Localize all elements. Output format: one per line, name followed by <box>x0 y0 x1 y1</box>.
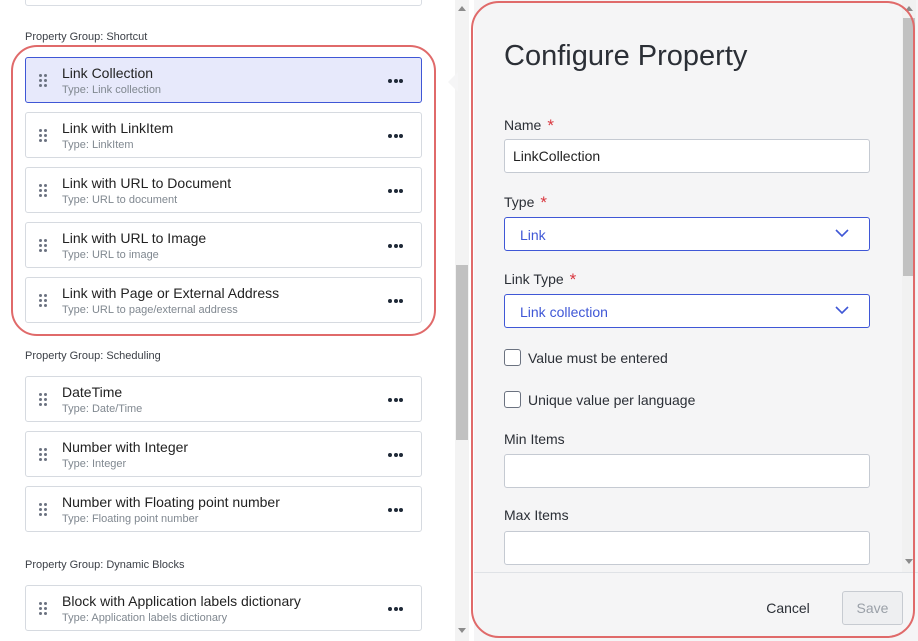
more-options-icon[interactable] <box>388 607 403 611</box>
required-asterisk: * <box>569 270 577 289</box>
property-card-link-url-image[interactable]: Link with URL to Image Type: URL to imag… <box>25 222 422 268</box>
scroll-down-arrow-icon[interactable] <box>905 559 913 564</box>
drag-handle-icon[interactable] <box>39 184 49 197</box>
link-type-select-value: Link collection <box>520 304 608 320</box>
property-card-datetime[interactable]: DateTime Type: Date/Time <box>25 376 422 422</box>
property-name: Link with LinkItem <box>62 120 174 136</box>
property-name: Link with Page or External Address <box>62 285 280 301</box>
panel-title: Configure Property <box>504 40 748 72</box>
max-items-input[interactable] <box>504 531 870 565</box>
property-card-link-url-document[interactable]: Link with URL to Document Type: URL to d… <box>25 167 422 213</box>
link-type-select[interactable]: Link collection <box>504 294 870 328</box>
drag-handle-icon[interactable] <box>39 503 49 516</box>
type-select[interactable]: Link <box>504 217 870 251</box>
drag-handle-icon[interactable] <box>39 294 49 307</box>
drag-handle-icon[interactable] <box>39 602 49 615</box>
property-card-link-collection[interactable]: Link Collection Type: Link collection <box>25 57 422 103</box>
type-select-value: Link <box>520 227 546 243</box>
min-items-label: Min Items <box>504 431 565 447</box>
name-input[interactable] <box>504 139 870 173</box>
configure-property-panel: Configure Property Name* Type* Link Link… <box>474 0 918 641</box>
property-type: Type: Link collection <box>62 84 162 96</box>
property-card-link-with-linkitem[interactable]: Link with LinkItem Type: LinkItem <box>25 112 422 158</box>
save-button[interactable]: Save <box>842 591 903 625</box>
more-options-icon[interactable] <box>388 244 403 248</box>
property-type: Type: URL to page/external address <box>62 304 238 316</box>
required-asterisk: * <box>540 193 547 212</box>
selection-pointer <box>448 72 458 92</box>
property-type: Type: LinkItem <box>62 139 134 151</box>
property-name: Number with Integer <box>62 439 189 455</box>
property-name: Number with Floating point number <box>62 494 280 510</box>
more-options-icon[interactable] <box>388 299 403 303</box>
property-type: Type: Application labels dictionary <box>62 612 228 624</box>
link-type-label: Link Type * <box>504 270 577 289</box>
property-card-number-integer[interactable]: Number with Integer Type: Integer <box>25 431 422 477</box>
property-type: Type: URL to image <box>62 249 159 261</box>
more-options-icon[interactable] <box>388 453 403 457</box>
group-title-dynamic-blocks: Property Group: Dynamic Blocks <box>25 559 185 571</box>
scroll-down-arrow-icon[interactable] <box>458 628 466 633</box>
list-scrollbar-thumb[interactable] <box>456 265 468 440</box>
value-required-checkbox[interactable] <box>504 349 521 366</box>
type-label: Type * <box>504 193 547 212</box>
panel-footer: Cancel Save <box>474 572 918 641</box>
value-required-label: Value must be entered <box>528 350 668 366</box>
property-name: Link with URL to Document <box>62 175 232 191</box>
group-title-scheduling: Property Group: Scheduling <box>25 350 161 362</box>
unique-value-label: Unique value per language <box>528 392 696 408</box>
drag-handle-icon[interactable] <box>39 129 49 142</box>
property-name: Link Collection <box>62 65 154 81</box>
property-card-number-float[interactable]: Number with Floating point number Type: … <box>25 486 422 532</box>
more-options-icon[interactable] <box>388 79 403 83</box>
name-label: Name * <box>504 116 554 135</box>
property-type: Type: URL to document <box>62 194 178 206</box>
more-options-icon[interactable] <box>388 398 403 402</box>
more-options-icon[interactable] <box>388 134 403 138</box>
property-name: Block with Application labels dictionary <box>62 593 301 609</box>
drag-handle-icon[interactable] <box>39 448 49 461</box>
min-items-input[interactable] <box>504 454 870 488</box>
property-type: Type: Date/Time <box>62 403 143 415</box>
property-card-block-app-labels[interactable]: Block with Application labels dictionary… <box>25 585 422 631</box>
more-options-icon[interactable] <box>388 508 403 512</box>
chevron-down-icon <box>835 229 849 238</box>
unique-value-checkbox[interactable] <box>504 391 521 408</box>
panel-scrollbar-thumb[interactable] <box>903 18 915 276</box>
drag-handle-icon[interactable] <box>39 239 49 252</box>
max-items-label: Max Items <box>504 507 569 523</box>
drag-handle-icon[interactable] <box>39 393 49 406</box>
scroll-up-arrow-icon[interactable] <box>905 6 913 11</box>
property-type: Type: Integer <box>62 458 127 470</box>
property-card-partial[interactable] <box>25 0 422 6</box>
scroll-up-arrow-icon[interactable] <box>458 6 466 11</box>
property-name: DateTime <box>62 384 123 400</box>
property-list-panel: Property Group: Shortcut Link Collection… <box>0 0 450 641</box>
cancel-button[interactable]: Cancel <box>753 592 823 624</box>
property-type: Type: Floating point number <box>62 513 199 525</box>
required-asterisk: * <box>547 116 554 135</box>
more-options-icon[interactable] <box>388 189 403 193</box>
chevron-down-icon <box>835 306 849 315</box>
drag-handle-icon[interactable] <box>39 74 49 87</box>
property-name: Link with URL to Image <box>62 230 207 246</box>
group-title-shortcut: Property Group: Shortcut <box>25 31 148 43</box>
property-card-link-page-external[interactable]: Link with Page or External Address Type:… <box>25 277 422 323</box>
